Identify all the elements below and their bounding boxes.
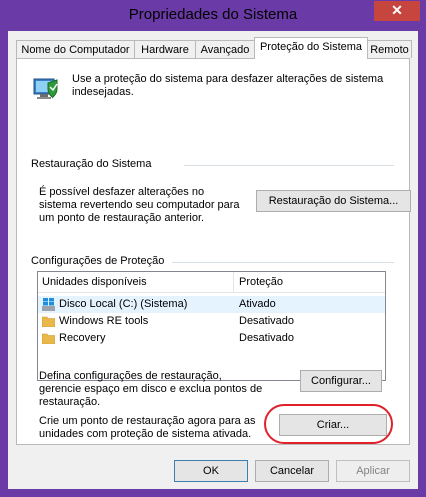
protection-heading: Configurações de Proteção [31, 255, 165, 267]
system-protection-panel: Use a proteção do sistema para desfazer … [16, 58, 411, 445]
folder-icon [42, 333, 55, 344]
drive-name: Disco Local (C:) (Sistema) [59, 298, 188, 310]
drive-list[interactable]: Unidades disponíveis Proteção Disco Loca… [37, 271, 386, 381]
column-protection[interactable]: Proteção [239, 275, 283, 289]
drive-protection-status: Ativado [239, 298, 276, 310]
tab-system-protection[interactable]: Proteção do Sistema [254, 37, 368, 59]
drive-name: Windows RE tools [59, 315, 149, 327]
protection-separator [172, 262, 394, 263]
restore-separator [184, 165, 394, 166]
window-title: Propriedades do Sistema [128, 6, 298, 23]
configure-button[interactable]: Configurar... [300, 370, 382, 392]
restore-description: É possível desfazer alterações no sistem… [39, 186, 240, 224]
restore-heading: Restauração do Sistema [31, 158, 152, 170]
create-description: Crie um ponto de restauração agora para … [39, 415, 256, 440]
tab-hardware[interactable]: Hardware [134, 40, 196, 58]
drive-name: Recovery [59, 332, 106, 344]
ok-button[interactable]: OK [174, 460, 248, 482]
drive-protection-status: Desativado [239, 315, 295, 327]
column-available-drives[interactable]: Unidades disponíveis [42, 275, 147, 289]
tab-strip: Nome do Computador Hardware Avançado Pro… [16, 37, 412, 59]
drive-list-header: Unidades disponíveis Proteção [38, 272, 385, 293]
column-divider [233, 272, 234, 292]
cancel-button[interactable]: Cancelar [255, 460, 329, 482]
drive-row[interactable]: Recovery Desativado [38, 330, 385, 347]
intro-text: Use a proteção do sistema para desfazer … [72, 73, 384, 98]
title-bar[interactable]: Propriedades do Sistema ✕ [0, 0, 426, 32]
folder-icon [42, 316, 55, 327]
apply-button[interactable]: Aplicar [336, 460, 410, 482]
tab-computer-name[interactable]: Nome do Computador [16, 40, 135, 58]
dialog-client-area: Nome do Computador Hardware Avançado Pro… [8, 31, 418, 489]
create-highlight-oval [264, 404, 393, 444]
system-properties-window: Propriedades do Sistema ✕ Nome do Comput… [0, 0, 426, 497]
tab-advanced[interactable]: Avançado [195, 40, 255, 58]
drive-protection-status: Desativado [239, 332, 295, 344]
system-protection-shield-icon [33, 78, 58, 99]
tab-remote[interactable]: Remoto [367, 40, 412, 58]
drive-row[interactable]: Disco Local (C:) (Sistema) Ativado [38, 296, 385, 313]
configure-description: Defina configurações de restauração, ger… [39, 370, 263, 408]
windows-drive-icon [42, 298, 55, 311]
drive-row[interactable]: Windows RE tools Desativado [38, 313, 385, 330]
close-button[interactable]: ✕ [374, 1, 420, 21]
system-restore-button[interactable]: Restauração do Sistema... [256, 190, 411, 212]
